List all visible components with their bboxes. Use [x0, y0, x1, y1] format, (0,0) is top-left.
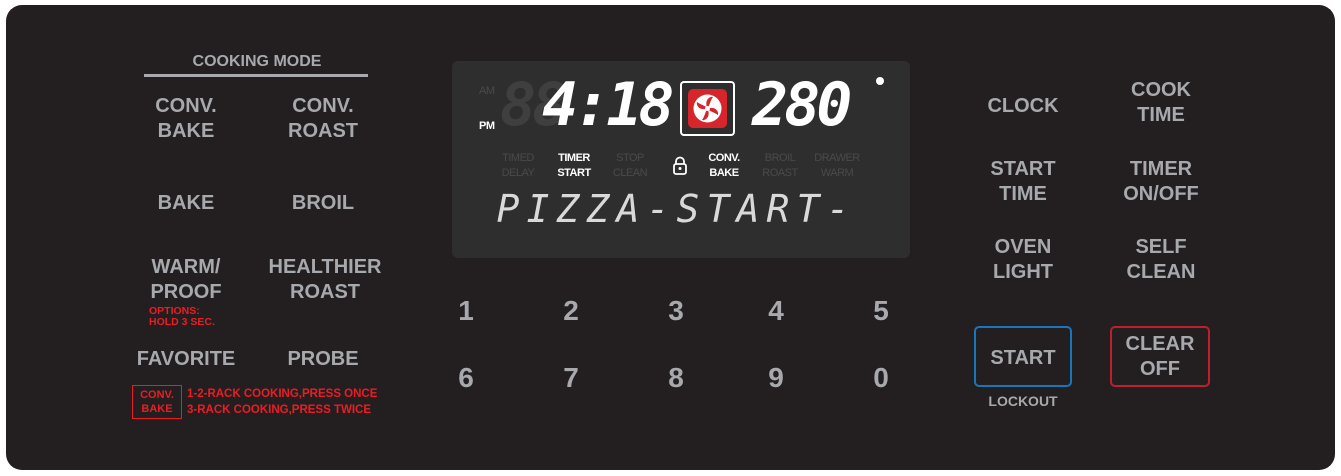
keypad-6-button[interactable]: 6 [446, 362, 486, 394]
message-char: S [676, 187, 700, 231]
keypad-3-button[interactable]: 3 [656, 295, 696, 327]
broil-button[interactable]: BROIL [262, 191, 384, 216]
probe-button[interactable]: PROBE [262, 347, 384, 372]
start-time-button[interactable]: START TIME [968, 157, 1078, 207]
oven-light-button[interactable]: OVEN LIGHT [968, 235, 1078, 285]
keypad-4-button[interactable]: 4 [756, 295, 796, 327]
pm-indicator: PM [479, 120, 495, 132]
keypad-9-button[interactable]: 9 [756, 362, 796, 394]
message-char: - [826, 187, 850, 231]
keypad-0-button[interactable]: 0 [861, 362, 901, 394]
conv-bake-badge: CONV. BAKE [132, 385, 182, 419]
message-char: A [736, 187, 760, 231]
oven-display: AM PM 88 4:18 280 TIMED DELAY TIMER STAR… [452, 61, 910, 258]
keypad-8-button[interactable]: 8 [656, 362, 696, 394]
degree-icon [876, 77, 884, 85]
message-char: T [706, 187, 730, 231]
warm-proof-button[interactable]: WARM/ PROOF [128, 255, 244, 305]
clear-off-button-label: CLEAR OFF [1125, 333, 1195, 380]
lockout-label: LOCKOUT [988, 393, 1058, 409]
message-char: I [526, 187, 550, 231]
message-char: T [796, 187, 820, 231]
keypad-5-button[interactable]: 5 [861, 295, 901, 327]
am-indicator: AM [479, 85, 495, 97]
cook-time-button[interactable]: COOK TIME [1104, 78, 1218, 128]
convection-fan-icon [680, 81, 735, 136]
message-char: Z [586, 187, 610, 231]
timer-start-indicator: TIMER START [557, 152, 591, 179]
message-char: - [646, 187, 670, 231]
message-char: A [616, 187, 640, 231]
start-button-label: START [990, 347, 1056, 369]
lock-icon [672, 156, 688, 181]
start-button[interactable]: START [974, 326, 1072, 387]
conv-roast-button[interactable]: CONV. ROAST [262, 94, 384, 144]
favorite-button[interactable]: FAVORITE [128, 347, 244, 372]
cooking-mode-header: COOKING MODE [192, 53, 322, 70]
message-readout: PIZZA-START- [494, 189, 852, 229]
cooking-mode-divider [144, 74, 368, 77]
timer-on-off-button[interactable]: TIMER ON/OFF [1104, 157, 1218, 207]
clock-button[interactable]: CLOCK [968, 94, 1078, 119]
keypad-1-button[interactable]: 1 [446, 295, 486, 327]
message-char: R [766, 187, 790, 231]
drawer-warm-indicator: DRAWER WARM [814, 152, 860, 179]
rack-cooking-note: 1-2-RACK COOKING,PRESS ONCE 3-RACK COOKI… [187, 388, 378, 416]
conv-bake-button[interactable]: CONV. BAKE [128, 94, 244, 144]
conv-bake-indicator: CONV. BAKE [708, 152, 740, 179]
message-char: Z [556, 187, 580, 231]
clear-off-button[interactable]: CLEAR OFF [1110, 326, 1210, 387]
bake-button[interactable]: BAKE [128, 191, 244, 216]
self-clean-button[interactable]: SELF CLEAN [1104, 235, 1218, 285]
stop-clean-indicator: STOP CLEAN [612, 152, 648, 179]
clock-readout: 4:18 [542, 70, 674, 140]
temperature-readout: 280 [752, 70, 852, 140]
keypad-2-button[interactable]: 2 [551, 295, 591, 327]
oven-control-panel: COOKING MODE CONV. BAKE CONV. ROAST BAKE… [6, 5, 1335, 470]
message-char: P [496, 187, 520, 231]
healthier-roast-button[interactable]: HEALTHIER ROAST [252, 255, 398, 305]
warm-proof-options-note: OPTIONS: HOLD 3 SEC. [149, 305, 215, 329]
timed-delay-indicator: TIMED DELAY [501, 152, 535, 179]
broil-roast-indicator: BROIL ROAST [762, 152, 798, 179]
keypad-7-button[interactable]: 7 [551, 362, 591, 394]
